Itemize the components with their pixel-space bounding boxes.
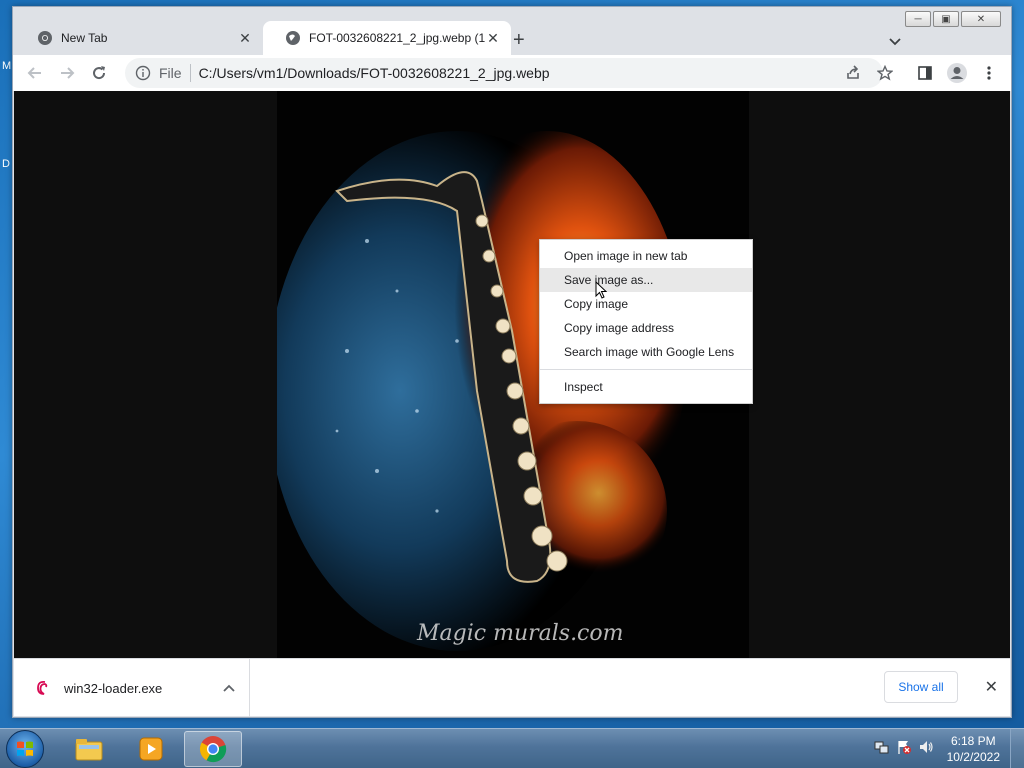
taskbar-chrome-button[interactable]: [184, 731, 242, 767]
windows-logo-icon: [17, 741, 33, 756]
address-bar[interactable]: File C:/Users/vm1/Downloads/FOT-00326082…: [125, 58, 883, 88]
show-desktop-button[interactable]: [1010, 729, 1024, 768]
browser-window: ─ ▣ ✕ New Tab ✕ FOT-0032608221_2_jpg.web…: [12, 6, 1012, 718]
taskbar-media-player-button[interactable]: [122, 731, 180, 767]
watermark-text: Magic murals.com: [417, 621, 624, 646]
media-player-icon: [139, 737, 163, 761]
bookmark-star-icon[interactable]: [869, 57, 901, 89]
menu-item-save-image-as[interactable]: Save image as...: [540, 268, 752, 292]
action-center-flag-icon[interactable]: [896, 739, 912, 760]
tab-close-icon[interactable]: ✕: [485, 30, 501, 47]
menu-item-open-image-new-tab[interactable]: Open image in new tab: [540, 244, 752, 268]
menu-item-search-google-lens[interactable]: Search image with Google Lens: [540, 340, 752, 364]
network-icon[interactable]: [874, 739, 890, 760]
menu-item-copy-image[interactable]: Copy image: [540, 292, 752, 316]
url-text[interactable]: C:/Users/vm1/Downloads/FOT-0032608221_2_…: [199, 65, 550, 81]
tab-new-tab[interactable]: New Tab ✕: [15, 21, 263, 55]
download-file-name: win32-loader.exe: [64, 680, 163, 696]
tab-title: FOT-0032608221_2_jpg.webp (10: [309, 31, 485, 45]
clock-time: 6:18 PM: [950, 734, 996, 748]
reload-icon[interactable]: [83, 57, 115, 89]
info-icon[interactable]: [135, 65, 151, 81]
folder-icon: [75, 739, 103, 761]
back-arrow-icon[interactable]: [19, 57, 51, 89]
url-scheme-label: File: [159, 65, 182, 81]
taskbar-explorer-button[interactable]: [60, 731, 118, 767]
new-tab-button[interactable]: +: [513, 29, 525, 52]
share-icon[interactable]: [837, 57, 869, 89]
chrome-icon: [199, 736, 227, 763]
tab-title: New Tab: [61, 31, 108, 45]
toolbar-right: [909, 57, 1005, 89]
download-shelf: win32-loader.exe Show all ✕: [14, 658, 1010, 717]
mouse-cursor-icon: [595, 280, 608, 304]
globe-icon: [285, 30, 301, 46]
desktop-glyph: M: [2, 60, 12, 72]
forward-arrow-icon[interactable]: [51, 57, 83, 89]
chrome-icon: [37, 30, 53, 46]
volume-icon[interactable]: [918, 739, 934, 760]
page-viewport: Magic murals.com: [14, 91, 1010, 658]
more-menu-icon[interactable]: [973, 57, 1005, 89]
download-item[interactable]: win32-loader.exe: [14, 659, 250, 717]
menu-item-copy-image-address[interactable]: Copy image address: [540, 316, 752, 340]
menu-item-inspect[interactable]: Inspect: [540, 375, 752, 399]
tab-search-icon[interactable]: [889, 33, 901, 51]
profile-avatar-icon[interactable]: [941, 57, 973, 89]
side-panel-icon[interactable]: [909, 57, 941, 89]
tab-strip: New Tab ✕ FOT-0032608221_2_jpg.webp (10 …: [13, 17, 1011, 55]
clock-date: 10/2/2022: [946, 750, 1000, 764]
show-all-button[interactable]: Show all: [884, 671, 958, 703]
close-shelf-icon[interactable]: ✕: [985, 677, 998, 697]
context-menu: Open image in new tab Save image as... C…: [539, 239, 753, 404]
start-button[interactable]: [6, 730, 44, 768]
omnibox-actions: [837, 57, 901, 89]
toolbar: File C:/Users/vm1/Downloads/FOT-00326082…: [13, 55, 1011, 91]
tab-image[interactable]: FOT-0032608221_2_jpg.webp (10 ✕: [263, 21, 511, 55]
desktop-glyph: D: [2, 158, 10, 170]
divider: [189, 64, 191, 82]
taskbar-clock[interactable]: 6:18 PM 10/2/2022: [947, 733, 1000, 765]
menu-separator: [540, 369, 752, 370]
system-tray: [874, 739, 934, 760]
chevron-up-icon[interactable]: [223, 679, 235, 697]
tab-close-icon[interactable]: ✕: [237, 30, 253, 47]
debian-swirl-icon: [34, 679, 52, 697]
taskbar: 6:18 PM 10/2/2022: [0, 728, 1024, 768]
